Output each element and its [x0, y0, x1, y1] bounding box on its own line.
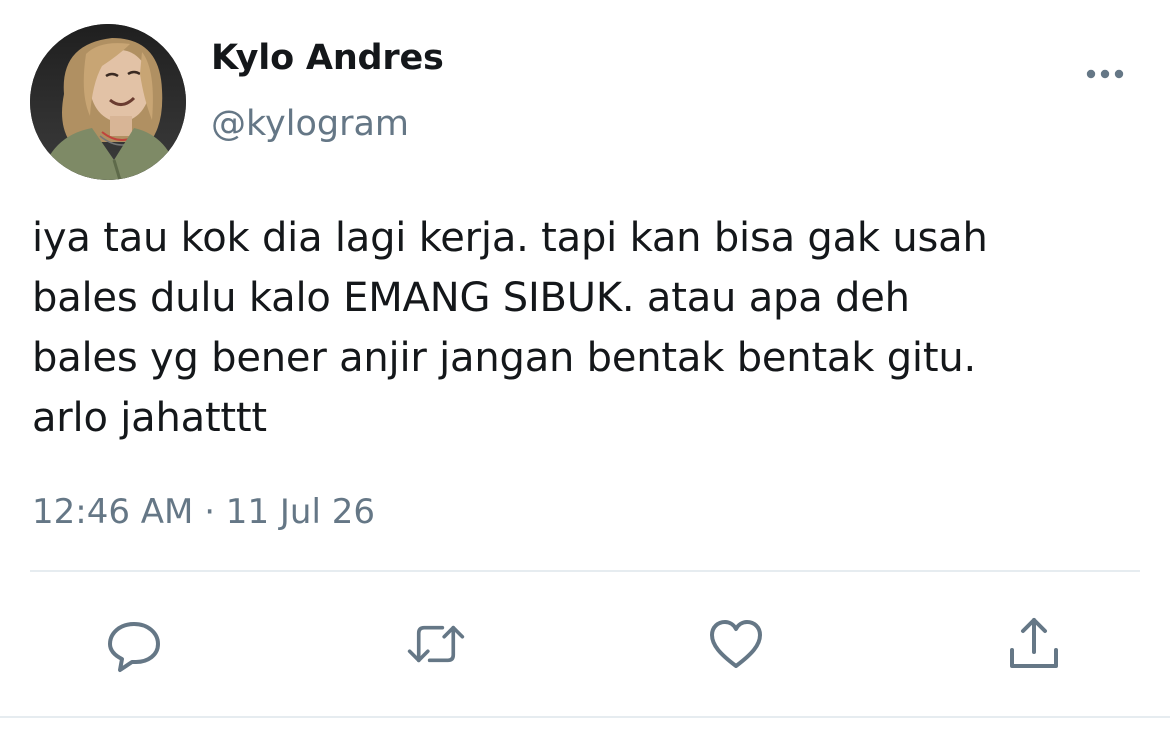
tweet-text-line: bales yg bener anjir jangan bentak benta…: [32, 335, 976, 381]
like-button[interactable]: [706, 614, 766, 674]
retweet-icon: [407, 625, 465, 663]
avatar[interactable]: [30, 24, 186, 180]
comment-icon: [108, 622, 160, 672]
share-button[interactable]: [1004, 614, 1064, 674]
tweet-text-line: arlo jahatttt: [32, 395, 267, 441]
tweet-text-line: bales dulu kalo EMANG SIBUK. atau apa de…: [32, 275, 910, 321]
more-dots-icon: [1086, 69, 1124, 79]
user-handle[interactable]: @kylogram: [211, 104, 409, 144]
tweet-text: iya tau kok dia lagi kerja. tapi kan bis…: [32, 208, 1162, 448]
share-icon: [1010, 618, 1058, 668]
more-options-button[interactable]: [1082, 60, 1128, 88]
tweet-timestamp[interactable]: 12:46 AM · 11 Jul 26: [32, 492, 375, 532]
reply-button[interactable]: [104, 614, 164, 674]
tweet-text-line: iya tau kok dia lagi kerja. tapi kan bis…: [32, 215, 988, 261]
display-name[interactable]: Kylo Andres: [211, 38, 444, 78]
divider: [30, 570, 1140, 572]
retweet-button[interactable]: [406, 614, 466, 674]
heart-icon: [710, 620, 762, 668]
bottom-divider: [0, 716, 1170, 718]
tweet-card: Kylo Andres @kylogram iya tau kok dia la…: [0, 0, 1170, 735]
